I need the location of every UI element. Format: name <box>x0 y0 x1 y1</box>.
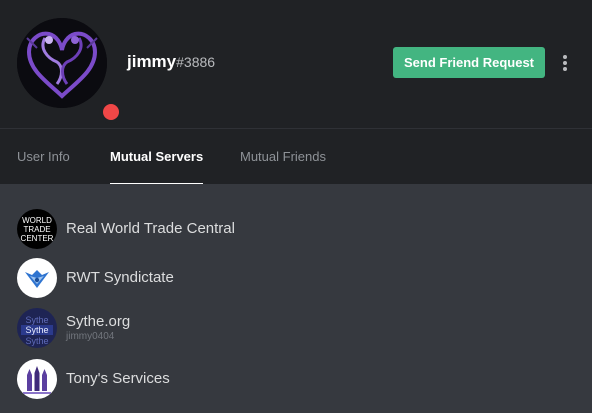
vertical-ellipsis-icon <box>563 61 567 65</box>
sythe-logo-icon: Sythe Sythe Sythe <box>17 308 57 348</box>
profile-tabs: User Info Mutual Servers Mutual Friends <box>0 128 592 185</box>
server-nickname: jimmy0404 <box>66 331 115 342</box>
svg-text:Sythe: Sythe <box>25 325 48 335</box>
username: jimmy <box>127 52 177 71</box>
user-tag: jimmy#3886 <box>127 52 215 72</box>
svg-text:WORLD: WORLD <box>22 216 52 225</box>
server-name: Sythe.org <box>66 313 131 330</box>
profile-header: jimmy#3886 Send Friend Request <box>0 0 592 128</box>
list-item[interactable]: WORLD TRADE CENTER Real World Trade Cent… <box>17 208 577 250</box>
vertical-ellipsis-icon <box>563 55 567 59</box>
avatar[interactable] <box>17 18 107 108</box>
more-options-button[interactable] <box>556 52 574 74</box>
vertical-ellipsis-icon <box>563 67 567 71</box>
list-item[interactable]: RWT Syndictate <box>17 257 577 299</box>
svg-text:CENTER: CENTER <box>21 234 54 243</box>
send-friend-request-button[interactable]: Send Friend Request <box>393 47 545 78</box>
svg-text:TRADE: TRADE <box>23 225 50 234</box>
list-item[interactable]: Tony's Services <box>17 358 577 400</box>
world-trade-center-logo-icon: WORLD TRADE CENTER <box>17 209 57 249</box>
server-name: RWT Syndictate <box>66 269 174 286</box>
purple-rockets-logo-icon <box>17 359 57 399</box>
avatar-container[interactable] <box>17 18 123 124</box>
tab-user-info[interactable]: User Info <box>17 129 70 185</box>
tab-mutual-friends[interactable]: Mutual Friends <box>240 129 326 185</box>
svg-text:Sythe: Sythe <box>25 336 48 346</box>
svg-text:Sythe: Sythe <box>25 315 48 325</box>
tab-mutual-servers[interactable]: Mutual Servers <box>110 129 204 185</box>
server-name: Real World Trade Central <box>66 220 235 237</box>
list-item[interactable]: Sythe Sythe Sythe Sythe.org jimmy0404 <box>17 307 577 349</box>
mutual-servers-list: WORLD TRADE CENTER Real World Trade Cent… <box>0 184 592 413</box>
server-name: Tony's Services <box>66 370 170 387</box>
dnd-status-icon <box>103 104 119 120</box>
discriminator: #3886 <box>176 54 216 70</box>
blue-winged-crest-logo-icon <box>17 258 57 298</box>
